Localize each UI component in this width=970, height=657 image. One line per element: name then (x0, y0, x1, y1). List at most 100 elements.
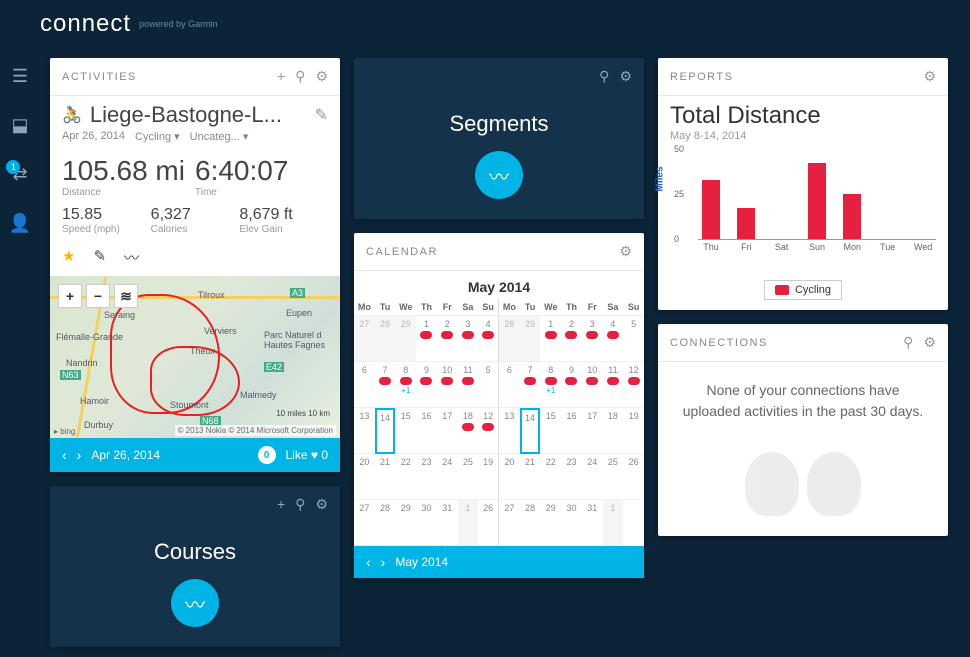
add-icon[interactable]: + (277, 496, 285, 513)
calendar-cell[interactable]: 17 (582, 408, 603, 454)
segments-icon[interactable]: 〰 (124, 247, 139, 268)
calendar-cell[interactable]: 22 (395, 454, 416, 500)
calendar-cell[interactable]: 24 (582, 454, 603, 500)
zoom-out-button[interactable]: − (86, 284, 110, 308)
search-icon[interactable]: ⚲ (599, 68, 609, 85)
calendar-cell[interactable]: 4 (603, 316, 624, 362)
layers-button[interactable]: ≋ (114, 284, 138, 308)
calendar-cell[interactable]: 15 (540, 408, 561, 454)
edit-activity-icon[interactable]: ✎ (93, 247, 106, 268)
gear-icon[interactable]: ⚙ (923, 68, 936, 85)
sync-icon[interactable]: ⇄1 (12, 164, 27, 185)
calendar-cell[interactable]: 26 (478, 500, 499, 546)
gear-icon[interactable]: ⚙ (315, 68, 328, 85)
calendar-cell[interactable]: 13 (499, 408, 520, 454)
calendar-cell[interactable]: 1 (458, 500, 479, 546)
calendar-cell[interactable]: 2 (437, 316, 458, 362)
calendar-cell[interactable]: 15 (395, 408, 416, 454)
calendar-cell[interactable]: 19 (623, 408, 644, 454)
calendar-cell[interactable]: 1 (603, 500, 624, 546)
calendar-cell[interactable]: 12 (478, 408, 499, 454)
calendar-cell[interactable]: 27 (354, 316, 375, 362)
calendar-cell[interactable]: 18 (603, 408, 624, 454)
calendar-cell[interactable]: 28 (375, 500, 396, 546)
calendar-cell[interactable]: 25 (458, 454, 479, 500)
calendar-cell[interactable]: 22 (540, 454, 561, 500)
calendar-cell[interactable]: 30 (416, 500, 437, 546)
segments-button[interactable]: 〰 (475, 151, 523, 199)
calendar-cell[interactable]: 10 (582, 362, 603, 408)
calendar-cell[interactable]: 9 (561, 362, 582, 408)
calendar-cell[interactable]: 16 (561, 408, 582, 454)
zoom-in-button[interactable]: + (58, 284, 82, 308)
calendar-cell[interactable]: 11 (603, 362, 624, 408)
prev-month-button[interactable]: ‹ (366, 554, 371, 570)
calendar-cell[interactable]: 25 (603, 454, 624, 500)
calendar-cell[interactable]: 1 (540, 316, 561, 362)
calendar-cell[interactable]: 20 (354, 454, 375, 500)
profile-icon[interactable]: 👤 (9, 213, 31, 234)
activity-category[interactable]: Uncateg... ▾ (190, 130, 249, 143)
favorite-icon[interactable]: ★ (62, 247, 75, 268)
calendar-cell[interactable]: 31 (582, 500, 603, 546)
calendar-cell[interactable]: 12 (623, 362, 644, 408)
add-icon[interactable]: + (277, 68, 285, 85)
calendar-cell[interactable]: 17 (437, 408, 458, 454)
search-icon[interactable]: ⚲ (295, 68, 305, 85)
calendar-cell[interactable]: 29 (520, 316, 541, 362)
like-button[interactable]: Like ♥ 0 (286, 448, 329, 462)
next-month-button[interactable]: › (381, 554, 386, 570)
calendar-cell[interactable]: 31 (437, 500, 458, 546)
calendar-cell[interactable]: 29 (540, 500, 561, 546)
calendar-cell[interactable]: 5 (623, 316, 644, 362)
activity-map[interactable]: Seraing Flémalle-Grande Verviers Theux N… (50, 276, 340, 438)
activity-date[interactable]: Apr 26, 2014 (62, 130, 125, 143)
calendar-cell[interactable]: 6 (499, 362, 520, 408)
calendar-cell[interactable]: 9 (416, 362, 437, 408)
calendar-cell[interactable]: 11 (458, 362, 479, 408)
calendar-cell[interactable]: 29 (395, 500, 416, 546)
calendar-cell[interactable]: 1 (416, 316, 437, 362)
calendar-cell[interactable]: 24 (437, 454, 458, 500)
calendar-cell[interactable]: 20 (499, 454, 520, 500)
calendar-cell[interactable]: 19 (478, 454, 499, 500)
calendar-cell[interactable]: 26 (623, 454, 644, 500)
calendar-cell[interactable]: 3 (582, 316, 603, 362)
calendar-cell[interactable]: 13 (354, 408, 375, 454)
calendar-cell[interactable]: 30 (561, 500, 582, 546)
calendar-cell[interactable]: 27 (354, 500, 375, 546)
search-icon[interactable]: ⚲ (903, 334, 913, 351)
courses-button[interactable]: 〰 (171, 579, 219, 627)
calendar-cell[interactable]: 29 (395, 316, 416, 362)
inbox-icon[interactable]: ⬓ (11, 115, 28, 136)
activity-sport[interactable]: Cycling ▾ (135, 130, 180, 143)
calendar-cell[interactable]: 6 (354, 362, 375, 408)
gear-icon[interactable]: ⚙ (923, 334, 936, 351)
calendar-cell[interactable]: 4 (478, 316, 499, 362)
calendar-cell[interactable]: 27 (499, 500, 520, 546)
gear-icon[interactable]: ⚙ (619, 243, 632, 260)
calendar-cell[interactable]: 21 (375, 454, 396, 500)
calendar-cell[interactable]: 7 (520, 362, 541, 408)
activity-title[interactable]: Liege-Bastogne-L... (90, 102, 307, 128)
comments-count[interactable]: 0 (258, 446, 276, 464)
calendar-cell[interactable]: 28 (499, 316, 520, 362)
gear-icon[interactable]: ⚙ (619, 68, 632, 85)
calendar-cell[interactable]: 3 (458, 316, 479, 362)
calendar-cell[interactable]: 14 (520, 408, 541, 454)
calendar-cell[interactable]: 23 (416, 454, 437, 500)
calendar-cell[interactable]: 14 (375, 408, 396, 454)
calendar-cell[interactable]: 7 (375, 362, 396, 408)
calendar-cell[interactable]: 28 (375, 316, 396, 362)
gear-icon[interactable]: ⚙ (315, 496, 328, 513)
calendar-cell[interactable]: 28 (520, 500, 541, 546)
calendar-grid[interactable]: MoTuWeThFrSaSuMoTuWeThFrSaSu272829123428… (354, 299, 644, 546)
prev-activity-button[interactable]: ‹ (62, 447, 67, 463)
calendar-cell[interactable]: 10 (437, 362, 458, 408)
calendar-cell[interactable]: 18 (458, 408, 479, 454)
calendar-cell[interactable]: 23 (561, 454, 582, 500)
search-icon[interactable]: ⚲ (295, 496, 305, 513)
calendar-cell[interactable]: 21 (520, 454, 541, 500)
menu-icon[interactable]: ☰ (12, 66, 28, 87)
calendar-cell[interactable]: 2 (561, 316, 582, 362)
